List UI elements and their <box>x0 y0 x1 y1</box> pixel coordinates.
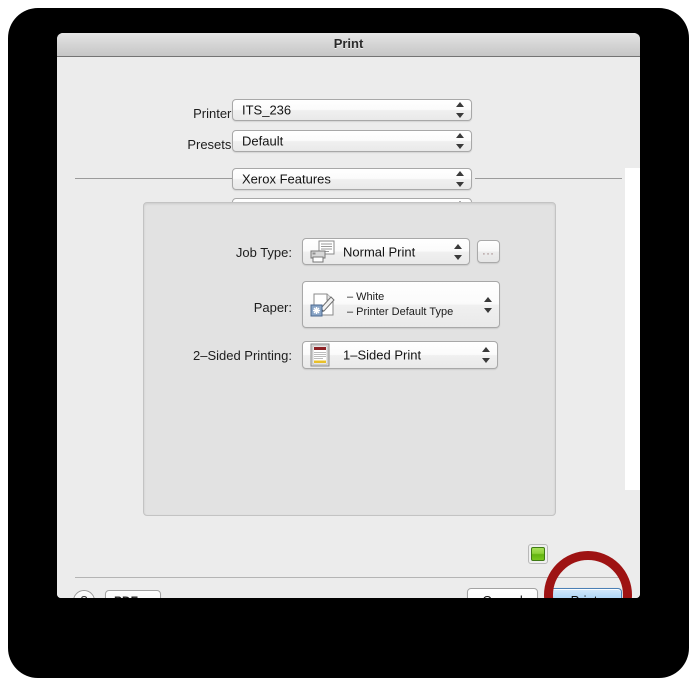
one-sided-document-icon <box>310 343 330 367</box>
pdf-label: PDF <box>114 594 138 598</box>
presets-label: Presets: <box>187 137 235 152</box>
two-sided-value: 1–Sided Print <box>343 347 422 363</box>
chevron-updown-icon <box>482 346 491 364</box>
chevron-updown-icon <box>456 132 465 150</box>
paper-select[interactable]: – White – Printer Default Type <box>302 281 500 328</box>
feature-set-value: Xerox Features <box>242 171 331 187</box>
chevron-updown-icon <box>484 296 493 314</box>
paper-color-line: – White <box>347 290 385 303</box>
separator-left <box>75 178 232 179</box>
green-status-icon[interactable] <box>528 544 548 564</box>
job-type-select[interactable]: Normal Print <box>302 238 470 265</box>
job-type-more-label: ... <box>482 245 495 257</box>
paper-type-line: – Printer Default Type <box>347 305 454 318</box>
paper-select-values: – White – Printer Default Type <box>347 290 453 320</box>
paper-label: Paper: <box>253 300 292 315</box>
printer-select-value: ITS_236 <box>242 102 292 118</box>
job-type-value: Normal Print <box>343 244 416 259</box>
help-button[interactable]: ? <box>73 590 95 598</box>
job-type-label: Job Type: <box>235 245 292 260</box>
cancel-button[interactable]: Cancel <box>467 588 538 598</box>
dialog-body: Printer: ITS_236 Presets: Default Xerox … <box>57 57 640 598</box>
paper-sheet-icon <box>310 292 338 318</box>
dialog-titlebar[interactable]: Print <box>57 33 640 57</box>
footer-separator <box>75 577 622 578</box>
separator-right <box>475 178 622 179</box>
pdf-menu-button[interactable]: PDF <box>105 590 161 598</box>
chevron-updown-icon <box>454 243 463 261</box>
chevron-updown-icon <box>456 101 465 119</box>
print-button[interactable]: Print <box>546 588 622 598</box>
dialog-title: Print <box>333 36 364 51</box>
job-type-more-button[interactable]: ... <box>477 240 500 263</box>
print-preview-strip <box>625 168 640 490</box>
chevron-updown-icon <box>456 170 465 188</box>
printer-select[interactable]: ITS_236 <box>232 99 472 121</box>
printer-label: Printer: <box>193 106 235 121</box>
printer-icon <box>310 240 336 264</box>
help-label: ? <box>74 593 94 598</box>
two-sided-label: 2–Sided Printing: <box>192 348 292 363</box>
presets-select-value: Default <box>242 133 284 149</box>
feature-set-select[interactable]: Xerox Features <box>232 168 472 190</box>
two-sided-select[interactable]: 1–Sided Print <box>302 341 498 369</box>
print-dialog: Print Printer: ITS_236 Presets: Default … <box>57 33 640 598</box>
presets-select[interactable]: Default <box>232 130 472 152</box>
